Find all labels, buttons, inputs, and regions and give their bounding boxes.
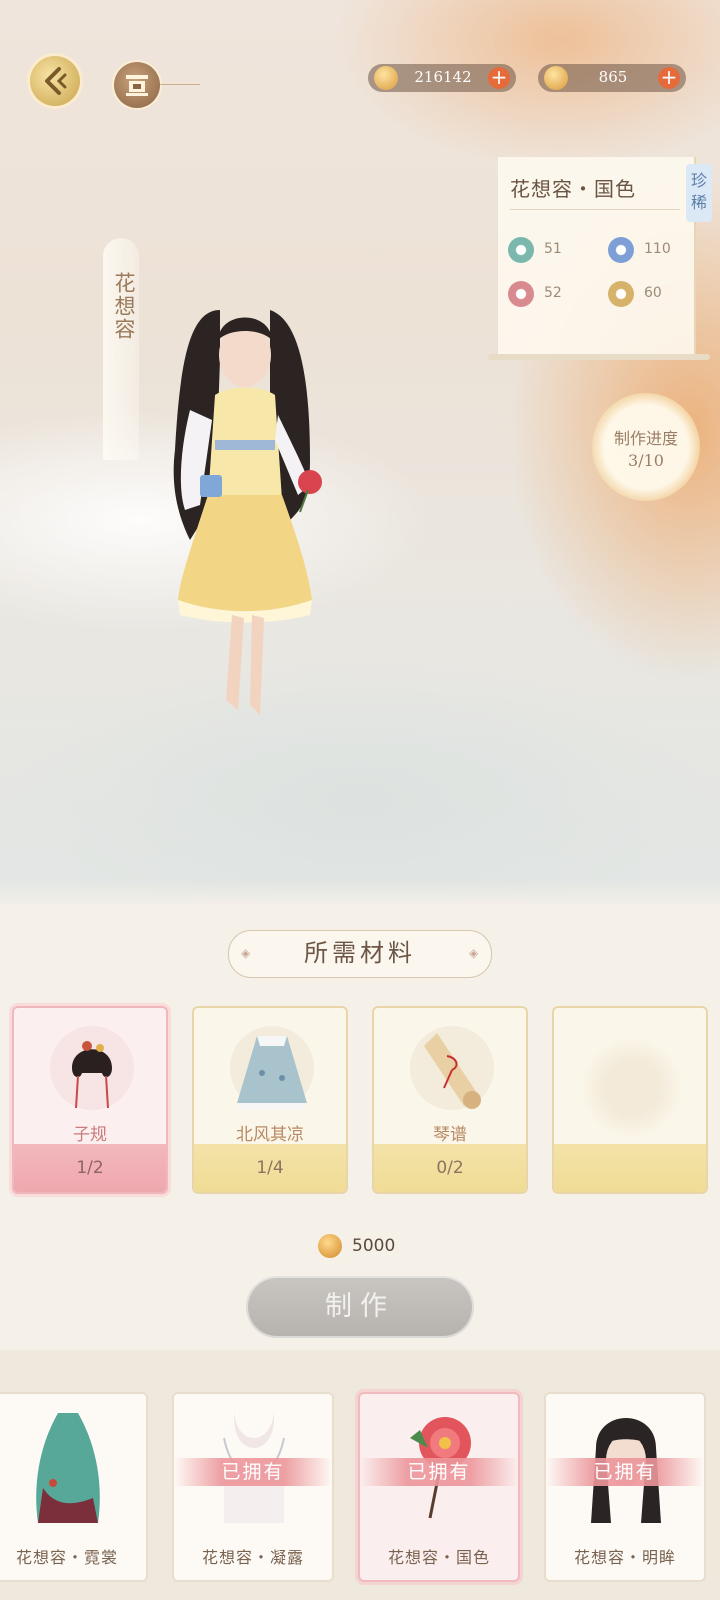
hair-ornament-icon xyxy=(50,1026,134,1110)
snowflake-icon xyxy=(608,237,634,263)
owned-badge: 已拥有 xyxy=(174,1458,332,1486)
material-slot-qinpu[interactable]: 琴谱 0/2 xyxy=(372,1006,528,1194)
material-slot-beifeng[interactable]: 北风其凉 1/4 xyxy=(192,1006,348,1194)
pavilion-icon xyxy=(126,75,148,96)
veil-outfit-icon xyxy=(36,1413,100,1523)
materials-title: ◈ 所需材料 ◈ xyxy=(228,930,492,978)
divider-line xyxy=(160,84,200,85)
material-count xyxy=(554,1144,706,1192)
material-slot-empty xyxy=(552,1006,708,1194)
outfit-card-mingmou[interactable]: 已拥有 花想容・明眸 xyxy=(544,1392,706,1582)
cape-icon xyxy=(230,1026,314,1110)
back-arrow-icon xyxy=(45,67,67,95)
craft-progress: 制作进度 3/10 xyxy=(592,393,700,501)
outfit-name: 花想容・霓裳 xyxy=(15,1548,118,1567)
moon-icon xyxy=(608,281,634,307)
character-illustration xyxy=(173,310,322,715)
progress-value: 3/10 xyxy=(628,451,664,470)
lotus-icon xyxy=(508,281,534,307)
character-name: 花想容 xyxy=(112,272,136,341)
scroll-icon xyxy=(410,1026,494,1110)
add-gold-button[interactable]: + xyxy=(488,67,510,89)
outfit-info-card: 花想容・国色 51 110 52 60 xyxy=(498,157,696,355)
home-button[interactable] xyxy=(114,62,160,108)
material-name: 琴谱 xyxy=(433,1125,467,1145)
outfit-name: 花想容・凝露 xyxy=(201,1548,304,1567)
leaf-swirl-icon xyxy=(508,237,534,263)
material-name: 子规 xyxy=(73,1125,107,1145)
outfit-card-nichang[interactable]: 花想容・霓裳 xyxy=(0,1392,148,1582)
material-count: 1/2 xyxy=(14,1144,166,1192)
title-divider xyxy=(510,209,680,210)
material-name: 北风其凉 xyxy=(236,1125,304,1145)
outfit-name: 花想容・国色 xyxy=(387,1548,490,1567)
jade-amount: 865 xyxy=(598,68,628,86)
owned-badge: 已拥有 xyxy=(546,1458,704,1486)
diamond-ornament-icon: ◈ xyxy=(241,946,255,960)
jade-currency-display: 865 + xyxy=(538,64,686,92)
owned-badge: 已拥有 xyxy=(360,1458,518,1486)
outfit-title: 花想容・国色 xyxy=(510,177,636,201)
gold-currency-display: 216142 + xyxy=(368,64,516,92)
add-jade-button[interactable]: + xyxy=(658,67,680,89)
outfit-card-guose[interactable]: 已拥有 花想容・国色 xyxy=(358,1392,520,1582)
material-slot-zigui[interactable]: 子规 1/2 xyxy=(12,1006,168,1194)
material-count: 1/4 xyxy=(194,1144,346,1192)
gold-amount: 216142 xyxy=(414,68,472,86)
outfit-card-ninglu[interactable]: 已拥有 花想容・凝露 xyxy=(172,1392,334,1582)
card-base xyxy=(488,354,710,360)
cost-value: 5000 xyxy=(352,1236,396,1256)
outfit-name: 花想容・明眸 xyxy=(573,1548,676,1567)
material-count: 0/2 xyxy=(374,1144,526,1192)
diamond-ornament-icon: ◈ xyxy=(469,946,483,960)
jade-coin-icon xyxy=(544,66,568,90)
gold-coin-icon xyxy=(318,1234,342,1258)
back-button[interactable] xyxy=(30,56,80,106)
character-name-banner: 花想容 xyxy=(103,238,139,460)
rarity-tag: 珍稀 xyxy=(686,164,712,222)
gold-coin-icon xyxy=(374,66,398,90)
progress-label: 制作进度 xyxy=(613,429,678,448)
craft-button[interactable]: 制作 xyxy=(246,1276,474,1338)
empty-slot-flower-icon xyxy=(582,1038,682,1138)
